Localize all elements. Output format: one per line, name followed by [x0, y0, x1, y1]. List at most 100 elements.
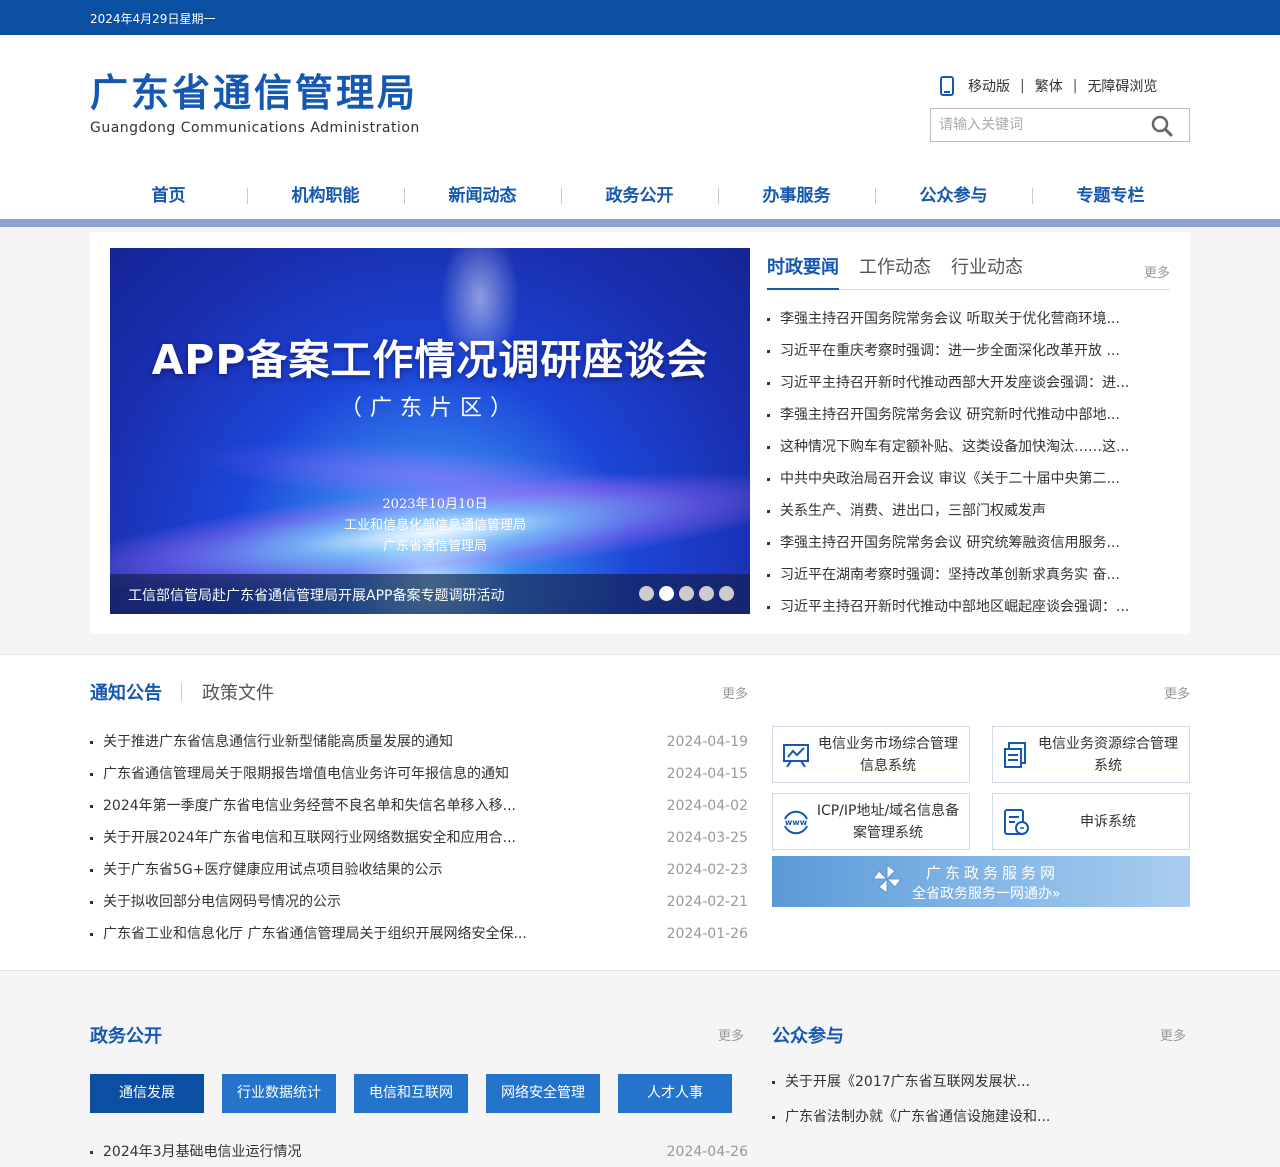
list-item[interactable]: 关于开展2024年广东省电信和互联网行业网络数据安全和应用合... 2024-03…	[90, 822, 748, 854]
svg-text:www: www	[785, 818, 808, 827]
slide-title: APP备案工作情况调研座谈会	[151, 336, 709, 384]
list-item[interactable]: 习近平在重庆考察时强调：进一步全面深化改革开放 ...	[767, 335, 1170, 367]
tab-work-news[interactable]: 工作动态	[859, 248, 931, 289]
gov-affairs-more-link[interactable]: 更多	[718, 1025, 744, 1044]
search-input[interactable]	[939, 109, 1149, 141]
tab-industry-news[interactable]: 行业动态	[951, 248, 1023, 289]
list-item[interactable]: 广东省法制办就《广东省通信设施建设和...	[772, 1103, 1190, 1131]
notice-title: 关于拟收回部分电信网码号情况的公示	[103, 894, 341, 910]
slide-date: 2023年10月10日	[382, 497, 488, 512]
list-item[interactable]: 李强主持召开国务院常务会议 研究统筹融资信用服务...	[767, 527, 1170, 559]
notice-more-link[interactable]: 更多	[722, 683, 748, 702]
list-item[interactable]: 关系生产、消费、进出口，三部门权威发声	[767, 495, 1170, 527]
gov-button-telecom-development[interactable]: 通信发展	[90, 1074, 204, 1113]
nav-public-participation[interactable]: 公众参与	[875, 180, 1032, 212]
slide-dot-3[interactable]	[679, 586, 694, 601]
site-logo-en[interactable]: Guangdong Communications Administration	[90, 120, 420, 136]
bottom-section: 政务公开 更多 通信发展 行业数据统计 电信和互联网 网络安全管理 人才人事 2…	[0, 972, 1280, 1167]
main-nav: 首页 机构职能 新闻动态 政务公开 办事服务 公众参与 专题专栏	[90, 180, 1190, 212]
slide-caption[interactable]: 工信部信管局赴广东省通信管理局开展APP备案专题调研活动	[128, 585, 504, 605]
gov-button-personnel[interactable]: 人才人事	[618, 1074, 732, 1113]
notice-title: 广东省通信管理局关于限期报告增值电信业务许可年报信息的通知	[103, 766, 509, 782]
banner-section: APP备案工作情况调研座谈会 （广东片区） 2023年10月10日 工业和信息化…	[90, 232, 1190, 634]
system-label: 电信业务资源综合管理系统	[1038, 735, 1178, 774]
notice-date: 2024-01-26	[666, 926, 748, 942]
systems-more-link[interactable]: 更多	[1164, 683, 1190, 702]
market-system-card[interactable]: 电信业务市场综合管理信息系统	[772, 726, 970, 783]
banner-slide[interactable]: APP备案工作情况调研座谈会 （广东片区） 2023年10月10日 工业和信息化…	[110, 248, 750, 614]
list-item[interactable]: 关于推进广东省信息通信行业新型储能高质量发展的通知 2024-04-19	[90, 726, 748, 758]
gov-button-telecom-internet[interactable]: 电信和互联网	[354, 1074, 468, 1113]
slide-pagination	[634, 586, 734, 601]
list-item[interactable]: 李强主持召开国务院常务会议 研究新时代推动中部地...	[767, 399, 1170, 431]
gd-gov-service-banner[interactable]: 广东政务服务网 全省政务服务一网通办»	[772, 856, 1190, 907]
notice-date: 2024-04-19	[666, 734, 748, 750]
list-item[interactable]: 关于拟收回部分电信网码号情况的公示 2024-02-21	[90, 886, 748, 918]
system-label: 电信业务市场综合管理信息系统	[818, 735, 958, 774]
slide-date-block: 2023年10月10日 工业和信息化部信息通信管理局 广东省通信管理局	[110, 494, 750, 557]
nav-functions[interactable]: 机构职能	[247, 180, 404, 212]
slide-dot-5[interactable]	[719, 586, 734, 601]
list-item[interactable]: 关于广东省5G+医疗健康应用试点项目验收结果的公示 2024-02-23	[90, 854, 748, 886]
nav-services[interactable]: 办事服务	[718, 180, 875, 212]
tab-notices[interactable]: 通知公告	[90, 679, 162, 705]
traditional-chinese-link[interactable]: 繁体	[1035, 76, 1063, 96]
notice-title: 2024年第一季度广东省电信业务经营不良名单和失信名单移入移...	[103, 798, 516, 814]
tab-separator	[181, 683, 182, 701]
slide-org-2: 广东省通信管理局	[382, 539, 487, 554]
list-item[interactable]: 广东省通信管理局关于限期报告增值电信业务许可年报信息的通知 2024-04-15	[90, 758, 748, 790]
notice-tabs: 通知公告 政策文件 更多	[90, 679, 748, 705]
nav-special-topics[interactable]: 专题专栏	[1032, 180, 1189, 212]
list-item[interactable]: 2024年第一季度广东省电信业务经营不良名单和失信名单移入移... 2024-04…	[90, 790, 748, 822]
list-item[interactable]: 习近平主持召开新时代推动西部大开发座谈会强调：进...	[767, 367, 1170, 399]
slide-caption-bar: 工信部信管局赴广东省通信管理局开展APP备案专题调研活动	[110, 574, 750, 614]
resource-system-card[interactable]: 电信业务资源综合管理系统	[992, 726, 1190, 783]
nav-news[interactable]: 新闻动态	[404, 180, 561, 212]
list-item[interactable]: 习近平在湖南考察时强调：坚持改革创新求真务实 奋...	[767, 559, 1170, 591]
list-item[interactable]: 李强主持召开国务院常务会议 听取关于优化营商环境...	[767, 303, 1170, 335]
mobile-version-link[interactable]: 移动版	[968, 76, 1010, 96]
news-more-link[interactable]: 更多	[1144, 262, 1170, 281]
slide-dot-2[interactable]	[659, 586, 674, 601]
notice-date: 2024-02-23	[666, 862, 748, 878]
public-participation-title[interactable]: 公众参与	[772, 1022, 844, 1048]
list-item[interactable]: 广东省工业和信息化厅 广东省通信管理局关于组织开展网络安全保... 2024-01…	[90, 918, 748, 950]
list-item[interactable]: 这种情况下购车有定额补贴、这类设备加快淘汰……这...	[767, 431, 1170, 463]
list-item[interactable]: 2024年3月基础电信业运行情况 2024-04-26	[90, 1138, 748, 1166]
top-bar: 2024年4月29日星期一	[0, 0, 1280, 35]
complaint-system-card[interactable]: 申诉系统	[992, 793, 1190, 850]
tab-political-news[interactable]: 时政要闻	[767, 248, 839, 290]
slide-dot-1[interactable]	[639, 586, 654, 601]
gov-button-network-security[interactable]: 网络安全管理	[486, 1074, 600, 1113]
news-panel: 时政要闻 工作动态 行业动态 更多 李强主持召开国务院常务会议 听取关于优化营商…	[767, 248, 1170, 615]
accessibility-link[interactable]: 无障碍浏览	[1087, 76, 1157, 96]
gd-banner-subtitle: 全省政务服务一网通办»	[912, 886, 1061, 902]
notice-list: 关于推进广东省信息通信行业新型储能高质量发展的通知 2024-04-19 广东省通…	[90, 726, 748, 950]
link-separator: |	[1072, 78, 1078, 94]
notice-date: 2024-03-25	[666, 830, 748, 846]
slide-dot-4[interactable]	[699, 586, 714, 601]
gov-button-industry-statistics[interactable]: 行业数据统计	[222, 1074, 336, 1113]
list-item[interactable]: 中共中央政治局召开会议 审议《关于二十届中央第二...	[767, 463, 1170, 495]
notice-date: 2024-04-02	[666, 798, 748, 814]
notice-date: 2024-02-21	[666, 894, 748, 910]
gov-affairs-title[interactable]: 政务公开	[90, 1022, 162, 1048]
www-globe-icon: www	[781, 807, 811, 837]
pinwheel-logo-icon	[870, 862, 904, 896]
news-tabs: 时政要闻 工作动态 行业动态 更多	[767, 248, 1170, 290]
nav-government-affairs[interactable]: 政务公开	[561, 180, 718, 212]
nav-home[interactable]: 首页	[90, 180, 247, 212]
tab-policy-documents[interactable]: 政策文件	[202, 679, 274, 705]
public-participation-more-link[interactable]: 更多	[1160, 1025, 1186, 1044]
link-separator: |	[1020, 78, 1025, 94]
notice-title: 关于广东省5G+医疗健康应用试点项目验收结果的公示	[103, 862, 443, 878]
site-logo-cn[interactable]: 广东省通信管理局	[90, 71, 418, 115]
list-item[interactable]: 习近平主持召开新时代推动中部地区崛起座谈会强调：...	[767, 591, 1170, 623]
list-item[interactable]: 关于开展《2017广东省互联网发展状...	[772, 1068, 1190, 1096]
notice-title: 关于开展2024年广东省电信和互联网行业网络数据安全和应用合...	[103, 830, 516, 846]
search-icon[interactable]	[1151, 115, 1173, 137]
news-list: 李强主持召开国务院常务会议 听取关于优化营商环境... 习近平在重庆考察时强调：…	[767, 303, 1170, 623]
utility-links: 移动版 | 繁体 | 无障碍浏览	[940, 75, 1157, 97]
icp-system-card[interactable]: www ICP/IP地址/域名信息备案管理系统	[772, 793, 970, 850]
notice-date: 2024-04-15	[666, 766, 748, 782]
